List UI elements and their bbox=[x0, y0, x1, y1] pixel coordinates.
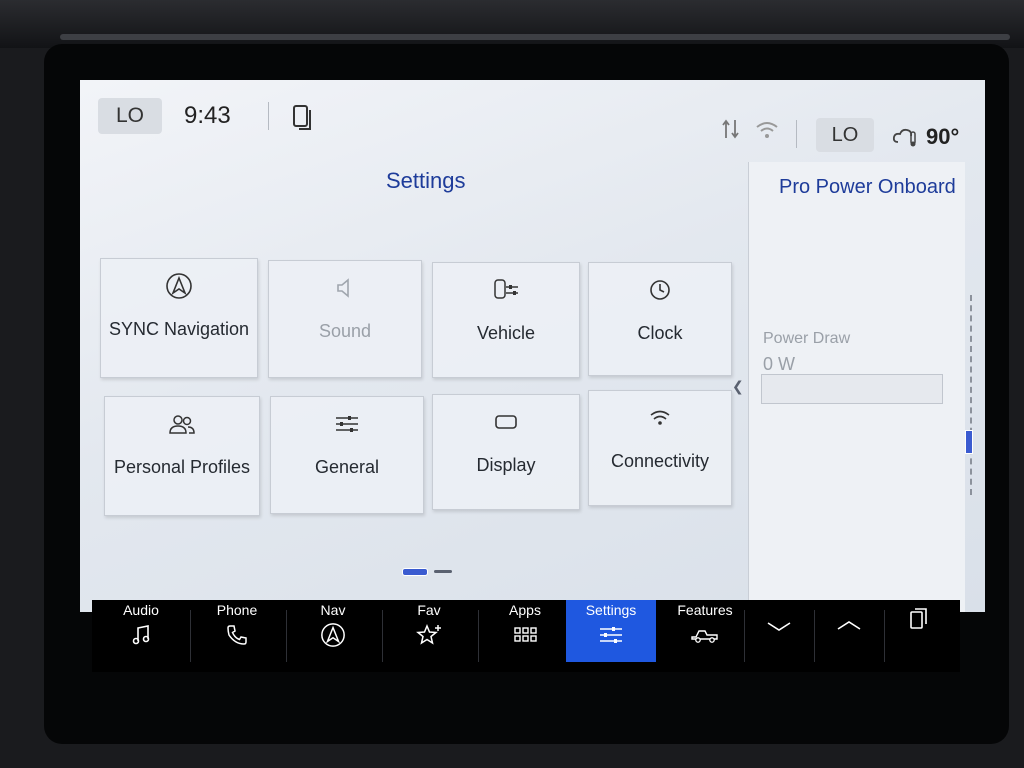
nav-phone[interactable]: Phone bbox=[190, 600, 284, 662]
bezel-top bbox=[0, 0, 1024, 48]
profiles-icon bbox=[169, 415, 195, 434]
clock-time: 9:43 bbox=[184, 102, 231, 129]
star-add-icon bbox=[416, 624, 441, 645]
wifi-icon bbox=[756, 122, 778, 138]
nav-label: Settings bbox=[585, 602, 637, 618]
tile-general[interactable]: General bbox=[270, 396, 424, 514]
tile-label: SYNC Navigation bbox=[108, 319, 250, 339]
page-indicator-active[interactable] bbox=[402, 568, 428, 576]
climate-right-button[interactable]: LO bbox=[816, 118, 874, 152]
tile-label: General bbox=[314, 457, 380, 477]
nav-chevron-down-button[interactable] bbox=[744, 600, 814, 662]
music-note-icon bbox=[132, 625, 150, 645]
truck-icon bbox=[691, 630, 718, 643]
navigation-arrow-icon bbox=[321, 623, 345, 647]
outside-temperature: 90° bbox=[926, 124, 960, 149]
tile-label: Display bbox=[476, 455, 536, 475]
bottom-nav-bar: Audio Phone Nav Fav Apps Settings Featur… bbox=[92, 600, 960, 672]
tile-personal-profiles[interactable]: Personal Profiles bbox=[104, 396, 260, 516]
tile-label: Vehicle bbox=[476, 323, 536, 343]
tile-label: Sound bbox=[318, 321, 372, 341]
speaker-icon bbox=[337, 278, 349, 298]
scrollbar-thumb[interactable] bbox=[965, 430, 973, 454]
phone-projection-icon[interactable] bbox=[292, 104, 314, 132]
tile-clock[interactable]: Clock bbox=[588, 262, 732, 376]
nav-fav[interactable]: Fav bbox=[382, 600, 476, 662]
nav-label: Audio bbox=[123, 602, 159, 618]
nav-label: Nav bbox=[320, 602, 346, 618]
bezel-trim bbox=[60, 34, 1010, 40]
nav-projection-button[interactable] bbox=[884, 600, 954, 662]
power-draw-bar bbox=[761, 374, 943, 404]
climate-left-button[interactable]: LO bbox=[98, 98, 162, 134]
nav-label: Fav bbox=[417, 602, 441, 618]
panel-title: Pro Power Onboard bbox=[779, 176, 956, 198]
apps-grid-icon bbox=[514, 627, 537, 642]
status-divider bbox=[268, 102, 269, 130]
pro-power-panel: Pro Power Onboard Power Draw 0 W bbox=[748, 162, 965, 612]
signal-icon bbox=[722, 119, 739, 139]
nav-label: Features bbox=[677, 602, 733, 618]
tile-connectivity[interactable]: Connectivity bbox=[588, 390, 732, 506]
wifi-icon bbox=[650, 410, 670, 425]
nav-settings[interactable]: Settings bbox=[566, 600, 656, 662]
phone-projection-icon bbox=[910, 608, 927, 629]
tile-label: Personal Profiles bbox=[113, 457, 251, 477]
nav-label: Phone bbox=[216, 602, 258, 618]
power-draw-label: Power Draw bbox=[763, 330, 851, 347]
sliders-icon bbox=[600, 627, 622, 643]
nav-audio[interactable]: Audio bbox=[94, 600, 188, 662]
nav-label: Apps bbox=[509, 602, 541, 618]
nav-nav[interactable]: Nav bbox=[286, 600, 380, 662]
tile-label: Clock bbox=[637, 323, 683, 343]
power-draw-value: 0 W bbox=[763, 354, 796, 374]
touchscreen: LO 9:43 LO 90° Settings SYNC Navigation bbox=[80, 80, 985, 612]
nav-features[interactable]: Features bbox=[658, 600, 752, 662]
tile-sync-navigation[interactable]: SYNC Navigation bbox=[100, 258, 258, 378]
phone-icon bbox=[227, 625, 247, 645]
clock-icon bbox=[650, 280, 670, 300]
panel-scrollbar[interactable] bbox=[970, 295, 974, 495]
chevron-left-icon[interactable]: ❮ bbox=[732, 378, 744, 395]
vehicle-settings-icon bbox=[494, 279, 518, 299]
page-title: Settings bbox=[386, 168, 466, 193]
weather-cloudy-icon bbox=[892, 128, 916, 147]
nav-chevron-up-button[interactable] bbox=[814, 600, 884, 662]
navigation-arrow-icon bbox=[166, 273, 192, 299]
tile-vehicle[interactable]: Vehicle bbox=[432, 262, 580, 378]
tile-sound[interactable]: Sound bbox=[268, 260, 422, 378]
climate-right-value: LO bbox=[831, 123, 859, 146]
nav-apps[interactable]: Apps bbox=[478, 600, 572, 662]
chevron-up-icon bbox=[837, 621, 861, 630]
chevron-down-icon bbox=[767, 622, 791, 631]
status-divider bbox=[796, 120, 797, 148]
climate-left-value: LO bbox=[115, 104, 144, 127]
display-icon bbox=[495, 415, 517, 429]
tile-display[interactable]: Display bbox=[432, 394, 580, 510]
tile-label: Connectivity bbox=[610, 451, 710, 471]
sliders-icon bbox=[336, 416, 358, 432]
page-indicator[interactable] bbox=[434, 570, 452, 573]
